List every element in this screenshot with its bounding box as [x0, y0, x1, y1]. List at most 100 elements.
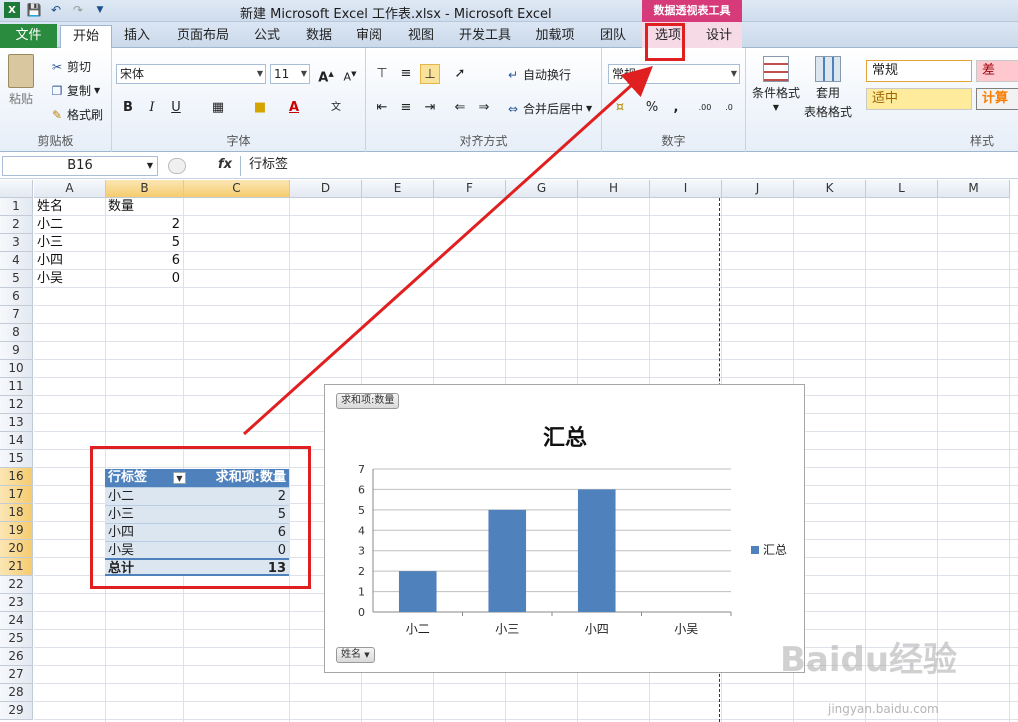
- row-header[interactable]: 25: [0, 630, 33, 648]
- row-header[interactable]: 29: [0, 702, 33, 720]
- name-box[interactable]: B16 ▼: [2, 156, 158, 176]
- row-header[interactable]: 11: [0, 378, 33, 396]
- border-icon[interactable]: ▦: [208, 98, 228, 118]
- decrease-font-icon[interactable]: A▼: [340, 64, 360, 84]
- tab-design[interactable]: 设计: [698, 25, 740, 48]
- row-header[interactable]: 23: [0, 594, 33, 612]
- column-header[interactable]: J: [722, 180, 794, 198]
- orientation-icon[interactable]: ➚: [450, 64, 470, 84]
- tab-page-layout[interactable]: 页面布局: [170, 25, 236, 48]
- pivot-chart[interactable]: 求和项:数量 姓名 ▼ 汇总 0 1 2 3 4 5 6 7 小二 小三 小四 小吴 汇总: [324, 384, 805, 673]
- style-normal[interactable]: 常规: [866, 60, 972, 82]
- cell-b2[interactable]: 2: [105, 216, 183, 234]
- decrease-decimal-button[interactable]: .0: [718, 98, 740, 118]
- cell-b1[interactable]: 数量: [105, 198, 137, 216]
- paste-button[interactable]: 粘贴: [8, 54, 34, 107]
- italic-button[interactable]: I: [142, 98, 162, 118]
- row-header[interactable]: 9: [0, 342, 33, 360]
- row-header[interactable]: 20: [0, 540, 33, 558]
- font-color-button[interactable]: A: [284, 98, 304, 118]
- increase-decimal-button[interactable]: .00: [694, 98, 716, 118]
- column-header[interactable]: E: [362, 180, 434, 198]
- row-header[interactable]: 17: [0, 486, 33, 504]
- tab-view[interactable]: 视图: [400, 25, 442, 48]
- save-icon[interactable]: 💾: [26, 2, 42, 18]
- column-header[interactable]: C: [184, 180, 290, 198]
- insert-function-button[interactable]: fx: [218, 157, 232, 172]
- style-neutral[interactable]: 适中: [866, 88, 972, 110]
- wrap-text-button[interactable]: ↵ 自动换行: [506, 66, 571, 83]
- align-middle-icon[interactable]: ≡: [396, 64, 416, 84]
- bold-button[interactable]: B: [118, 98, 138, 118]
- column-header[interactable]: K: [794, 180, 866, 198]
- column-header[interactable]: A: [34, 180, 106, 198]
- tab-developer[interactable]: 开发工具: [452, 25, 518, 48]
- align-bottom-icon[interactable]: ⊥: [420, 64, 440, 84]
- column-header[interactable]: B: [106, 180, 184, 198]
- row-header[interactable]: 27: [0, 666, 33, 684]
- row-header[interactable]: 2: [0, 216, 33, 234]
- align-top-icon[interactable]: ⊤: [372, 64, 392, 84]
- copy-button[interactable]: ❐ 复制 ▼: [50, 82, 101, 99]
- tab-addins[interactable]: 加载项: [528, 25, 582, 48]
- tab-data[interactable]: 数据: [298, 25, 340, 48]
- row-header[interactable]: 6: [0, 288, 33, 306]
- font-size-select[interactable]: 11 ▼: [270, 64, 310, 84]
- format-painter-button[interactable]: ✎ 格式刷: [50, 106, 103, 123]
- merge-center-button[interactable]: ⇔ 合并后居中 ▼: [506, 100, 592, 117]
- increase-font-icon[interactable]: A▲: [316, 64, 336, 85]
- row-header[interactable]: 18: [0, 504, 33, 522]
- undo-icon[interactable]: ↶: [48, 2, 64, 18]
- fill-color-icon[interactable]: ■: [250, 98, 270, 118]
- format-as-table-button[interactable]: 套用 表格格式: [804, 56, 852, 120]
- cell-a3[interactable]: 小三: [34, 234, 66, 252]
- comma-button[interactable]: ,: [666, 98, 686, 118]
- cell-b5[interactable]: 0: [105, 270, 183, 288]
- tab-home[interactable]: 开始: [60, 25, 112, 48]
- row-header[interactable]: 22: [0, 576, 33, 594]
- percent-button[interactable]: %: [642, 98, 662, 118]
- row-header[interactable]: 3: [0, 234, 33, 252]
- column-header[interactable]: M: [938, 180, 1010, 198]
- cell-b4[interactable]: 6: [105, 252, 183, 270]
- phonetic-icon[interactable]: 文: [326, 98, 346, 118]
- row-header[interactable]: 4: [0, 252, 33, 270]
- style-calculation[interactable]: 计算: [976, 88, 1018, 110]
- decrease-indent-icon[interactable]: ⇐: [450, 98, 470, 118]
- column-header[interactable]: I: [650, 180, 722, 198]
- formula-input[interactable]: 行标签: [240, 156, 1016, 176]
- customize-qat-icon[interactable]: ▼: [92, 2, 108, 18]
- cell-a4[interactable]: 小四: [34, 252, 66, 270]
- font-name-select[interactable]: 宋体 ▼: [116, 64, 266, 84]
- column-header[interactable]: H: [578, 180, 650, 198]
- row-header[interactable]: 13: [0, 414, 33, 432]
- formula-bar-resize-handle[interactable]: [168, 158, 186, 174]
- currency-icon[interactable]: ¤: [610, 98, 630, 118]
- increase-indent-icon[interactable]: ⇒: [474, 98, 494, 118]
- row-header[interactable]: 26: [0, 648, 33, 666]
- row-header[interactable]: 10: [0, 360, 33, 378]
- cell-a5[interactable]: 小吴: [34, 270, 66, 288]
- tab-team[interactable]: 团队: [592, 25, 634, 48]
- cut-button[interactable]: ✂ 剪切: [50, 58, 91, 75]
- row-header[interactable]: 19: [0, 522, 33, 540]
- align-left-icon[interactable]: ⇤: [372, 98, 392, 118]
- row-header[interactable]: 16: [0, 468, 33, 486]
- align-right-icon[interactable]: ⇥: [420, 98, 440, 118]
- redo-icon[interactable]: ↷: [70, 2, 86, 18]
- tab-insert[interactable]: 插入: [116, 25, 158, 48]
- tab-formulas[interactable]: 公式: [246, 25, 288, 48]
- number-format-select[interactable]: 常规 ▼: [608, 64, 740, 84]
- cell-a2[interactable]: 小二: [34, 216, 66, 234]
- select-all-corner[interactable]: [0, 180, 33, 198]
- cell-a1[interactable]: 姓名: [34, 198, 66, 216]
- column-header[interactable]: D: [290, 180, 362, 198]
- row-header[interactable]: 5: [0, 270, 33, 288]
- column-header[interactable]: G: [506, 180, 578, 198]
- row-header[interactable]: 1: [0, 198, 33, 216]
- row-header[interactable]: 12: [0, 396, 33, 414]
- row-header[interactable]: 21: [0, 558, 33, 576]
- underline-button[interactable]: U: [166, 98, 186, 118]
- conditional-format-button[interactable]: 条件格式 ▼: [752, 56, 800, 112]
- row-header[interactable]: 24: [0, 612, 33, 630]
